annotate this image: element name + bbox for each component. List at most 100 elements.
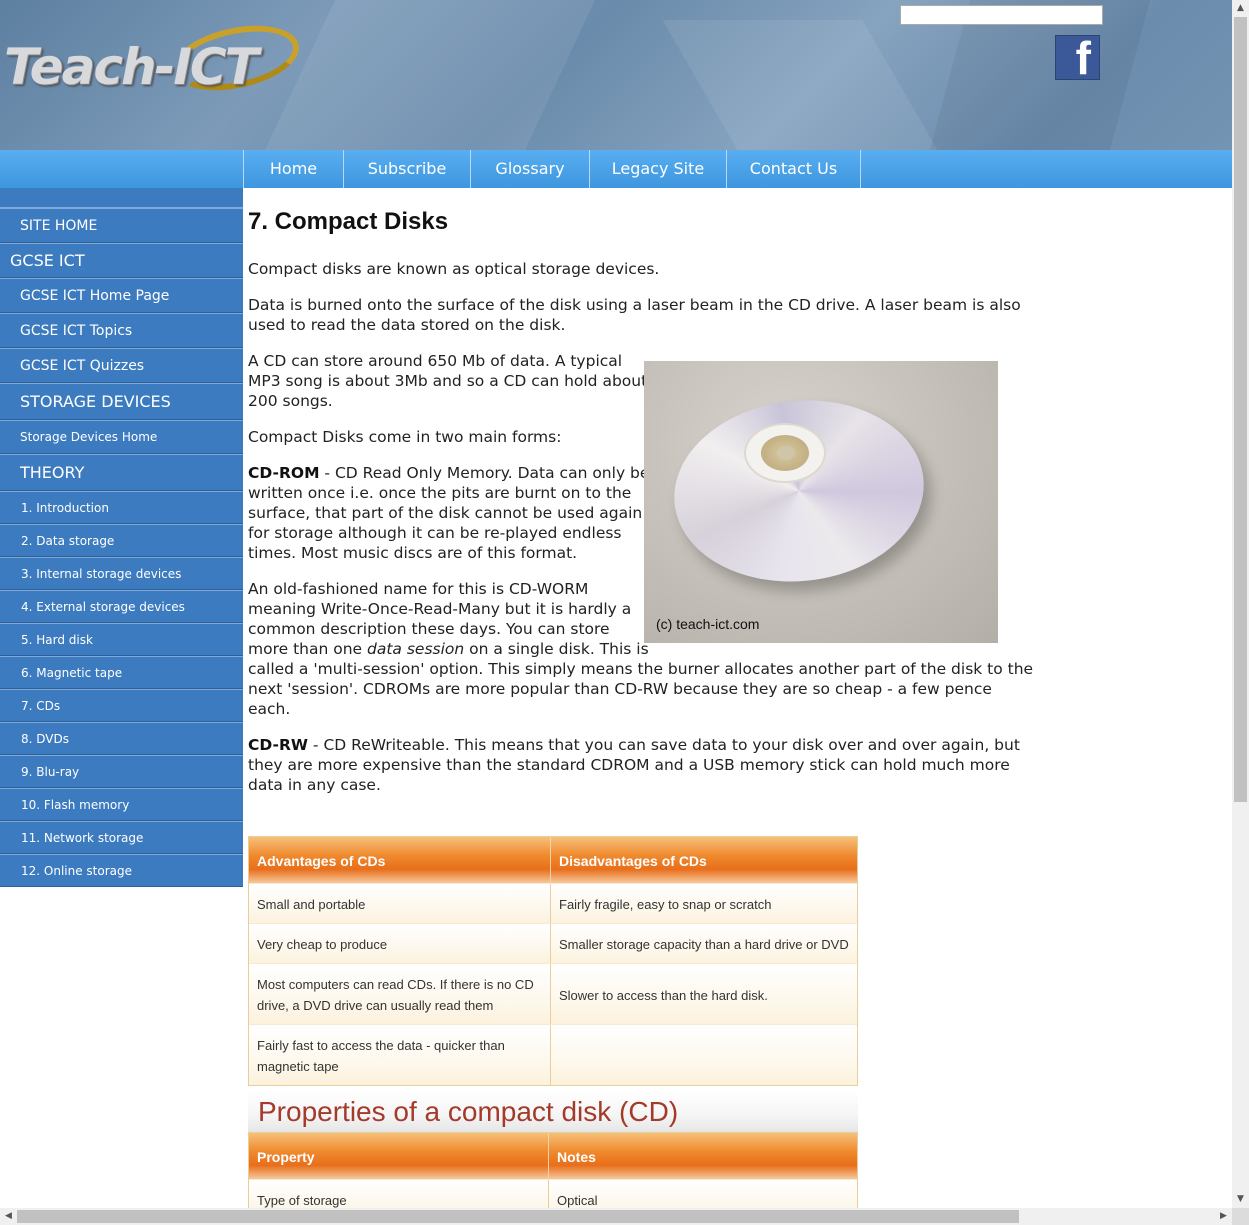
- cd-photo: (c) teach-ict.com: [644, 361, 998, 643]
- photo-caption: (c) teach-ict.com: [656, 616, 760, 632]
- cdrw-term: CD-RW: [248, 736, 308, 754]
- facebook-icon[interactable]: f: [1055, 32, 1100, 84]
- advantages-header: Advantages of CDs: [249, 837, 551, 883]
- properties-title: Properties of a compact disk (CD): [258, 1096, 679, 1127]
- table-row: Very cheap to produce Smaller storage ca…: [249, 923, 857, 963]
- cdrw-line-1: CD-RW - CD ReWriteable. This means that …: [248, 735, 1020, 755]
- cdrw-definition: - CD ReWriteable. This means that you ca…: [308, 736, 1020, 754]
- horizontal-scrollbar[interactable]: ◀ ▶: [0, 1208, 1232, 1225]
- sidebar-item-gcse-home[interactable]: GCSE ICT Home Page: [0, 278, 243, 313]
- sidebar-item-internal-storage[interactable]: 3. Internal storage devices: [0, 557, 243, 590]
- forms-paragraph: Compact Disks come in two main forms:: [248, 428, 562, 446]
- worm-line-6: next 'session'. CDROMs are more popular …: [248, 680, 992, 698]
- table-cell: Type of storage: [249, 1180, 549, 1208]
- worm-line-7: each.: [248, 700, 291, 718]
- cdrom-term: CD-ROM: [248, 464, 320, 482]
- sidebar-top-strip: [0, 188, 243, 208]
- sidebar-item-data-storage[interactable]: 2. Data storage: [0, 524, 243, 557]
- table-row: Type of storage Optical: [249, 1179, 857, 1208]
- table-cell: Fairly fragile, easy to snap or scratch: [559, 897, 772, 912]
- nav-contact-us[interactable]: Contact Us: [726, 150, 861, 188]
- sidebar-item-cds[interactable]: 7. CDs: [0, 689, 243, 722]
- sidebar-item-online-storage[interactable]: 12. Online storage: [0, 854, 243, 887]
- sidebar-heading-theory[interactable]: THEORY: [0, 454, 243, 491]
- nav-glossary[interactable]: Glossary: [470, 150, 589, 188]
- table-cell: Optical: [557, 1193, 598, 1208]
- logo-text: Teach-ICT: [4, 38, 259, 96]
- worm-line-1: An old-fashioned name for this is CD-WOR…: [248, 580, 589, 598]
- sidebar-item-network-storage[interactable]: 11. Network storage: [0, 821, 243, 854]
- advantages-table: Advantages of CDs Disadvantages of CDs S…: [248, 836, 858, 1086]
- cdrw-line-2: they are more expensive than the standar…: [248, 756, 1010, 774]
- properties-heading: Properties of a compact disk (CD): [248, 1090, 858, 1132]
- data-session-term: data session: [367, 640, 465, 658]
- nav-legacy-site[interactable]: Legacy Site: [589, 150, 726, 188]
- worm-line-3: common description these days. You can s…: [248, 620, 610, 638]
- notes-header: Notes: [557, 1149, 596, 1165]
- header-facet: [265, 0, 595, 150]
- laser-paragraph-line-1: Data is burned onto the surface of the d…: [248, 296, 1021, 314]
- worm-line-4: more than one data session on a single d…: [248, 639, 649, 659]
- site-logo[interactable]: Teach-ICT: [2, 15, 305, 101]
- capacity-line-1: A CD can store around 650 Mb of data. A …: [248, 352, 623, 370]
- sidebar-item-storage-home[interactable]: Storage Devices Home: [0, 420, 243, 454]
- sidebar-heading-gcse-ict[interactable]: GCSE ICT: [0, 243, 243, 278]
- table-cell: Fairly fast to access the data - quicker…: [249, 1025, 551, 1085]
- cdrom-line-4: for storage although it can be re-played…: [248, 524, 622, 542]
- cdrom-line-5: times. Most music discs are of this form…: [248, 544, 578, 562]
- table-header-row: Advantages of CDs Disadvantages of CDs: [249, 837, 857, 883]
- sidebar-item-gcse-quizzes[interactable]: GCSE ICT Quizzes: [0, 348, 243, 383]
- table-cell: Smaller storage capacity than a hard dri…: [559, 937, 849, 952]
- scroll-right-icon[interactable]: ▶: [1215, 1208, 1232, 1225]
- sidebar: SITE HOME GCSE ICT GCSE ICT Home Page GC…: [0, 208, 243, 887]
- sidebar-item-introduction[interactable]: 1. Introduction: [0, 491, 243, 524]
- sidebar-item-dvds[interactable]: 8. DVDs: [0, 722, 243, 755]
- facebook-glyph: f: [1075, 32, 1091, 84]
- nav-subscribe[interactable]: Subscribe: [343, 150, 470, 188]
- laser-paragraph-line-2: used to read the data stored on the disk…: [248, 316, 566, 334]
- cdrom-definition: - CD Read Only Memory. Data can only be: [319, 464, 650, 482]
- table-row: Most computers can read CDs. If there is…: [249, 963, 857, 1024]
- properties-table: Property Notes Type of storage Optical: [248, 1132, 858, 1208]
- table-row: Small and portable Fairly fragile, easy …: [249, 883, 857, 923]
- sidebar-item-hard-disk[interactable]: 5. Hard disk: [0, 623, 243, 656]
- sidebar-item-magnetic-tape[interactable]: 6. Magnetic tape: [0, 656, 243, 689]
- cd-disc-image: [665, 388, 933, 594]
- disadvantages-header: Disadvantages of CDs: [559, 853, 707, 869]
- table-row: Fairly fast to access the data - quicker…: [249, 1024, 857, 1085]
- search-input[interactable]: [900, 5, 1103, 25]
- scroll-up-icon[interactable]: ▲: [1232, 0, 1249, 17]
- scroll-down-icon[interactable]: ▼: [1232, 1191, 1249, 1208]
- cdrom-line-3: surface, that part of the disk cannot be…: [248, 504, 643, 522]
- table-cell: Small and portable: [249, 884, 551, 923]
- sidebar-item-gcse-topics[interactable]: GCSE ICT Topics: [0, 313, 243, 348]
- capacity-line-3: 200 songs.: [248, 392, 333, 410]
- cdrom-line-1: CD-ROM - CD Read Only Memory. Data can o…: [248, 463, 649, 483]
- sidebar-item-blu-ray[interactable]: 9. Blu-ray: [0, 755, 243, 788]
- sidebar-item-external-storage[interactable]: 4. External storage devices: [0, 590, 243, 623]
- scroll-left-icon[interactable]: ◀: [0, 1208, 17, 1225]
- top-nav: Home Subscribe Glossary Legacy Site Cont…: [0, 150, 1232, 188]
- property-header: Property: [249, 1133, 549, 1179]
- sidebar-item-flash-memory[interactable]: 10. Flash memory: [0, 788, 243, 821]
- capacity-line-2: MP3 song is about 3Mb and so a CD can ho…: [248, 372, 648, 390]
- intro-paragraph: Compact disks are known as optical stora…: [248, 260, 660, 278]
- page-title: 7. Compact Disks: [248, 208, 449, 235]
- horizontal-scroll-thumb[interactable]: [17, 1210, 1019, 1223]
- sidebar-item-site-home[interactable]: SITE HOME: [0, 208, 243, 243]
- cdrw-line-3: data in any case.: [248, 776, 381, 794]
- worm-line-2: meaning Write-Once-Read-Many but it is h…: [248, 600, 632, 618]
- cdrom-line-2: written once i.e. once the pits are burn…: [248, 484, 632, 502]
- table-header-row: Property Notes: [249, 1133, 857, 1179]
- worm-line-4-start: more than one: [248, 640, 367, 658]
- table-cell: Most computers can read CDs. If there is…: [249, 964, 551, 1024]
- vertical-scrollbar[interactable]: ▲ ▼: [1232, 0, 1249, 1208]
- vertical-scroll-thumb[interactable]: [1234, 17, 1247, 802]
- site-header: Teach-ICT f: [0, 0, 1232, 150]
- worm-line-4-end: on a single disk. This is: [464, 640, 649, 658]
- cd-center-hole: [777, 446, 795, 460]
- sidebar-heading-storage-devices[interactable]: STORAGE DEVICES: [0, 383, 243, 420]
- header-facet: [662, 20, 938, 150]
- scrollbar-corner: [1232, 1208, 1249, 1225]
- nav-home[interactable]: Home: [243, 150, 343, 188]
